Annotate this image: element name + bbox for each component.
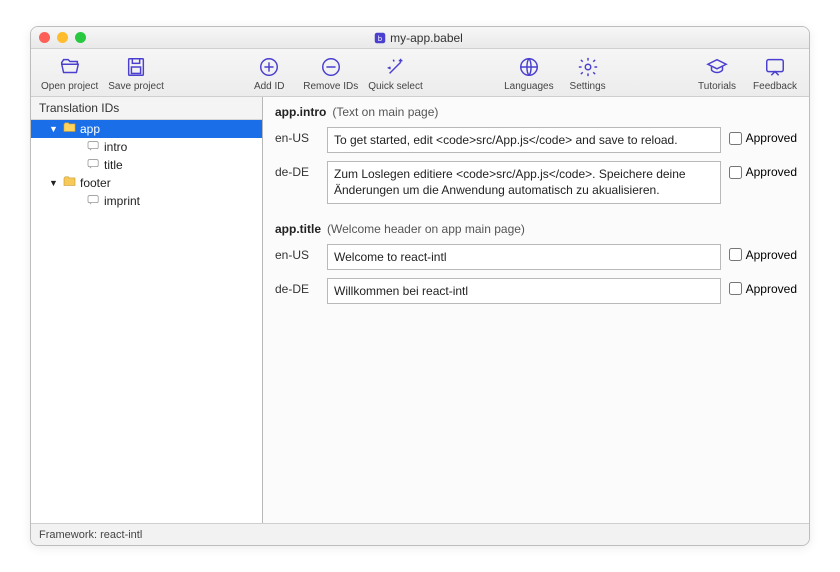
message-icon	[87, 194, 100, 208]
graduation-cap-icon	[704, 55, 730, 79]
approved-label: Approved	[746, 248, 797, 262]
message-icon	[87, 140, 100, 154]
approved-checkbox[interactable]: Approved	[729, 278, 797, 296]
approved-checkbox-input[interactable]	[729, 282, 742, 295]
globe-icon	[516, 55, 542, 79]
svg-text:b: b	[378, 34, 382, 43]
wand-icon	[383, 55, 409, 79]
tree-label: app	[80, 122, 100, 136]
translation-input[interactable]: To get started, edit <code>src/App.js</c…	[327, 127, 721, 153]
locale-label: en-US	[275, 127, 319, 145]
open-project-button[interactable]: Open project	[41, 55, 98, 92]
locale-label: en-US	[275, 244, 319, 262]
approved-checkbox[interactable]: Approved	[729, 127, 797, 145]
feedback-icon	[762, 55, 788, 79]
settings-button[interactable]: Settings	[564, 55, 612, 92]
titlebar: b my-app.babel	[31, 27, 809, 49]
tree-label: imprint	[104, 194, 140, 208]
tree-item-imprint[interactable]: imprint	[31, 192, 262, 210]
locale-label: de-DE	[275, 161, 319, 179]
translation-input[interactable]: Welcome to react-intl	[327, 244, 721, 270]
languages-button[interactable]: Languages	[504, 55, 554, 92]
plus-circle-icon	[256, 55, 282, 79]
approved-checkbox[interactable]: Approved	[729, 244, 797, 262]
feedback-button[interactable]: Feedback	[751, 55, 799, 92]
feedback-label: Feedback	[753, 81, 797, 92]
remove-ids-button[interactable]: Remove IDs	[303, 55, 358, 92]
approved-checkbox-input[interactable]	[729, 132, 742, 145]
sidebar: Translation IDs ▼ app intro title ▼ footer imp…	[31, 97, 263, 523]
quick-select-label: Quick select	[368, 81, 422, 92]
minimize-icon[interactable]	[57, 32, 68, 43]
tree-item-intro[interactable]: intro	[31, 138, 262, 156]
folder-icon	[63, 122, 76, 136]
sidebar-header: Translation IDs	[31, 97, 262, 120]
translation-input[interactable]: Willkommen bei react-intl	[327, 278, 721, 304]
framework-label: Framework: react-intl	[39, 529, 142, 541]
tree-label: intro	[104, 140, 127, 154]
translation-row: de-DE Willkommen bei react-intl Approved	[275, 278, 797, 304]
add-id-label: Add ID	[254, 81, 285, 92]
app-icon: b	[374, 32, 386, 44]
zoom-icon[interactable]	[75, 32, 86, 43]
close-icon[interactable]	[39, 32, 50, 43]
disclosure-triangle-icon[interactable]: ▼	[49, 124, 59, 134]
app-window: b my-app.babel Open project Save project…	[30, 26, 810, 546]
save-icon	[123, 55, 149, 79]
quick-select-button[interactable]: Quick select	[368, 55, 422, 92]
tree-label: title	[104, 158, 123, 172]
save-project-label: Save project	[108, 81, 164, 92]
tree-folder-app[interactable]: ▼ app	[31, 120, 262, 138]
translation-row: en-US Welcome to react-intl Approved	[275, 244, 797, 270]
translation-id-tree[interactable]: ▼ app intro title ▼ footer imprint	[31, 120, 262, 523]
section-desc: (Text on main page)	[332, 105, 438, 119]
main-panel: app.intro (Text on main page) en-US To get …	[263, 97, 809, 523]
traffic-lights	[39, 32, 86, 43]
remove-ids-label: Remove IDs	[303, 81, 358, 92]
tree-item-title[interactable]: title	[31, 156, 262, 174]
settings-label: Settings	[570, 81, 606, 92]
section-id: app.intro	[275, 105, 326, 119]
minus-circle-icon	[318, 55, 344, 79]
approved-label: Approved	[746, 131, 797, 145]
tutorials-button[interactable]: Tutorials	[693, 55, 741, 92]
save-project-button[interactable]: Save project	[108, 55, 164, 92]
approved-label: Approved	[746, 165, 797, 179]
folder-open-icon	[57, 55, 83, 79]
section-desc: (Welcome header on app main page)	[327, 222, 525, 236]
content-area: Translation IDs ▼ app intro title ▼ footer imp…	[31, 97, 809, 523]
folder-icon	[63, 176, 76, 190]
section-id: app.title	[275, 222, 321, 236]
translation-row: en-US To get started, edit <code>src/App.…	[275, 127, 797, 153]
add-id-button[interactable]: Add ID	[245, 55, 293, 92]
open-project-label: Open project	[41, 81, 98, 92]
tutorials-label: Tutorials	[698, 81, 736, 92]
message-icon	[87, 158, 100, 172]
statusbar: Framework: react-intl	[31, 523, 809, 545]
translation-section: app.intro (Text on main page) en-US To get …	[275, 105, 797, 204]
disclosure-triangle-icon[interactable]: ▼	[49, 178, 59, 188]
approved-checkbox-input[interactable]	[729, 248, 742, 261]
approved-checkbox-input[interactable]	[729, 166, 742, 179]
approved-label: Approved	[746, 282, 797, 296]
toolbar: Open project Save project Add ID Remove …	[31, 49, 809, 97]
tree-folder-footer[interactable]: ▼ footer	[31, 174, 262, 192]
translation-section: app.title (Welcome header on app main pag…	[275, 222, 797, 304]
window-title: b my-app.babel	[86, 31, 751, 45]
languages-label: Languages	[504, 81, 554, 92]
approved-checkbox[interactable]: Approved	[729, 161, 797, 179]
tree-label: footer	[80, 176, 111, 190]
translation-row: de-DE Zum Loslegen editiere <code>src/App…	[275, 161, 797, 203]
translation-input[interactable]: Zum Loslegen editiere <code>src/App.js</…	[327, 161, 721, 203]
locale-label: de-DE	[275, 278, 319, 296]
gear-icon	[575, 55, 601, 79]
